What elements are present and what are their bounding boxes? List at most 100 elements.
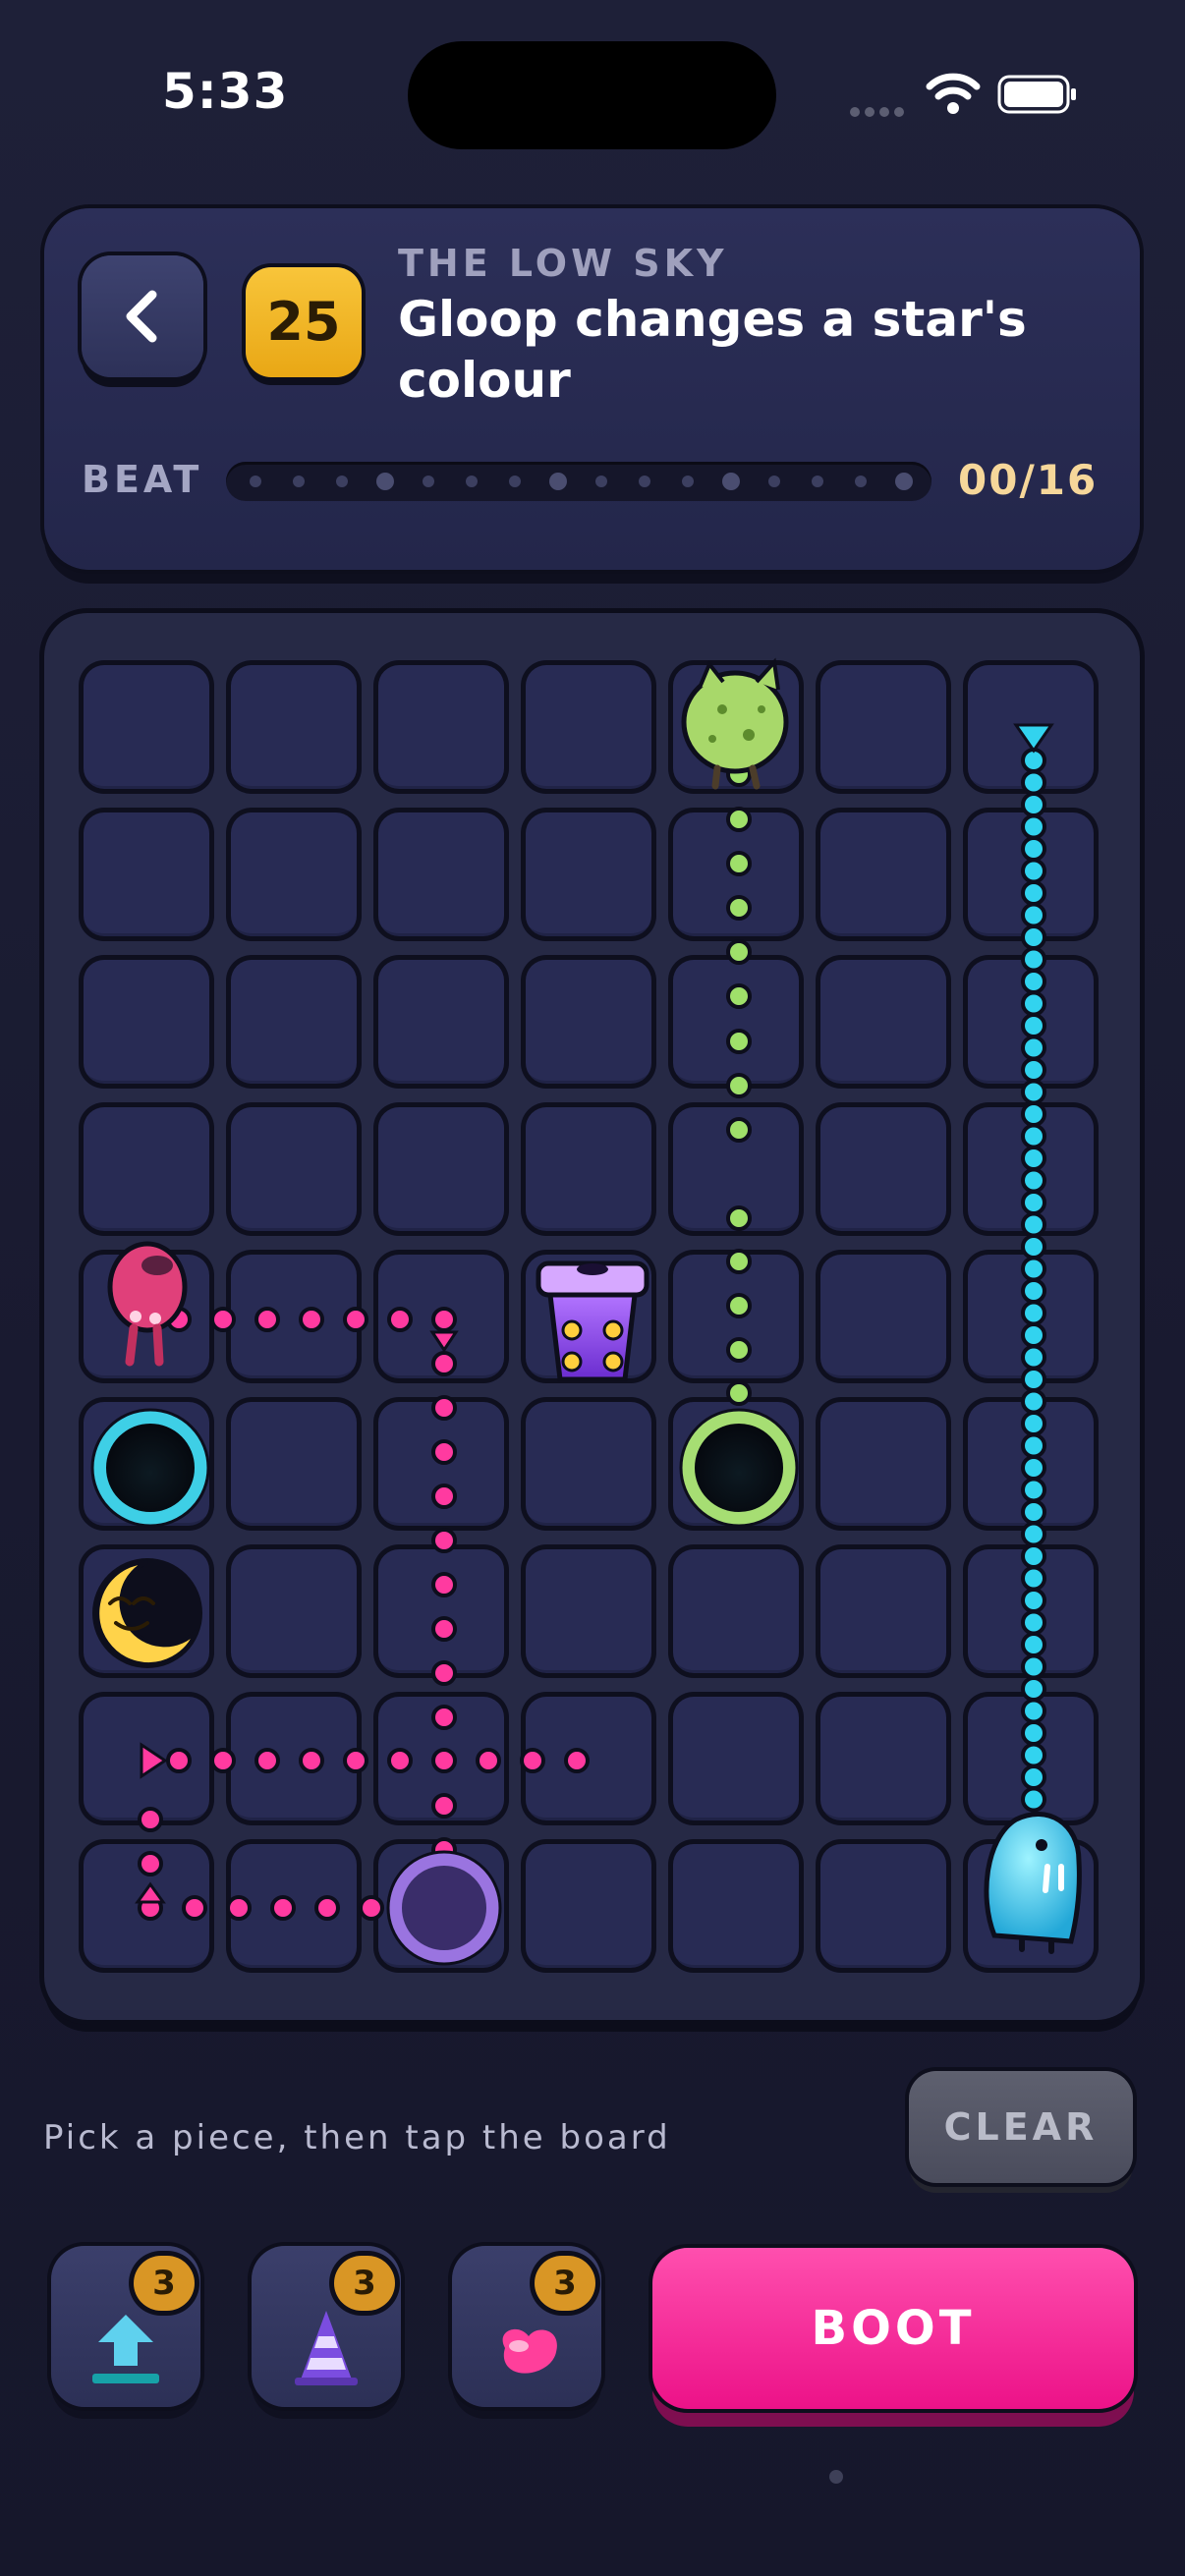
tray-piece-up-arrow[interactable]: 3 xyxy=(51,2246,200,2407)
board-tile[interactable] xyxy=(373,1692,509,1825)
board-tile[interactable] xyxy=(79,1397,214,1531)
board-tile[interactable] xyxy=(373,955,509,1089)
board-tile[interactable] xyxy=(816,1397,951,1531)
beat-dot xyxy=(509,476,521,487)
board-tile[interactable] xyxy=(226,660,362,794)
board-tile[interactable] xyxy=(668,1544,804,1678)
board-tile[interactable] xyxy=(226,1102,362,1236)
board-tile[interactable] xyxy=(963,1692,1099,1825)
tray-piece-heart-blob[interactable]: 3 xyxy=(452,2246,601,2407)
board-tile[interactable] xyxy=(226,1544,362,1678)
beat-progress-count: 00/16 xyxy=(958,456,1099,504)
board-tile[interactable] xyxy=(816,1250,951,1383)
board-tile[interactable] xyxy=(963,660,1099,794)
board-tile[interactable] xyxy=(816,660,951,794)
clear-button[interactable]: CLEAR xyxy=(909,2071,1133,2183)
board-tile[interactable] xyxy=(226,1397,362,1531)
board-tile[interactable] xyxy=(668,1692,804,1825)
board-tile[interactable] xyxy=(79,955,214,1089)
board-tile[interactable] xyxy=(668,660,804,794)
board-tile[interactable] xyxy=(521,955,656,1089)
board-tile[interactable] xyxy=(668,1397,804,1531)
board-tile[interactable] xyxy=(668,1839,804,1973)
board-tile[interactable] xyxy=(521,1692,656,1825)
board-tile[interactable] xyxy=(373,1102,509,1236)
wifi-icon xyxy=(926,73,981,114)
board-tile[interactable] xyxy=(963,1250,1099,1383)
board-tile[interactable] xyxy=(963,1102,1099,1236)
page-indicator-dot xyxy=(829,2470,843,2484)
board-tile[interactable] xyxy=(521,660,656,794)
board-tile[interactable] xyxy=(79,1544,214,1678)
board-tile[interactable] xyxy=(668,808,804,941)
beat-dot xyxy=(336,476,348,487)
cone-icon xyxy=(295,2311,358,2385)
board-tile[interactable] xyxy=(816,1544,951,1678)
board-tile[interactable] xyxy=(963,955,1099,1089)
board-tile[interactable] xyxy=(521,1839,656,1973)
board-tile[interactable] xyxy=(816,1692,951,1825)
beat-dot xyxy=(812,476,823,487)
board-tile[interactable] xyxy=(79,808,214,941)
board-tile[interactable] xyxy=(521,1544,656,1678)
board-tile[interactable] xyxy=(79,1250,214,1383)
beat-dot xyxy=(423,476,434,487)
heart-blob-icon xyxy=(502,2328,557,2374)
board-tile[interactable] xyxy=(79,660,214,794)
board-tile[interactable] xyxy=(521,1250,656,1383)
back-button[interactable] xyxy=(82,255,203,377)
board-tile[interactable] xyxy=(373,1250,509,1383)
board-tile[interactable] xyxy=(963,1544,1099,1678)
board-tile[interactable] xyxy=(668,1250,804,1383)
board-tile[interactable] xyxy=(79,1839,214,1973)
board-tile[interactable] xyxy=(373,1397,509,1531)
board-tile[interactable] xyxy=(373,660,509,794)
up-arrow-icon xyxy=(92,2315,159,2383)
board-tile[interactable] xyxy=(226,808,362,941)
hint-text: Pick a piece, then tap the board xyxy=(43,2118,671,2157)
beat-dot xyxy=(855,476,867,487)
board-tile[interactable] xyxy=(79,1692,214,1825)
board-tile[interactable] xyxy=(816,808,951,941)
board-tile[interactable] xyxy=(521,808,656,941)
tray-piece-count: 3 xyxy=(535,2256,595,2311)
board-tile[interactable] xyxy=(521,1397,656,1531)
world-name: THE LOW SKY xyxy=(398,242,728,285)
chevron-left-icon xyxy=(126,290,157,343)
beat-dot xyxy=(549,473,567,490)
beat-dot xyxy=(595,476,607,487)
dynamic-island xyxy=(408,41,776,149)
board-tile[interactable] xyxy=(668,955,804,1089)
beat-progress-track xyxy=(226,462,931,501)
tray-piece-count: 3 xyxy=(334,2256,395,2311)
board-tile[interactable] xyxy=(668,1102,804,1236)
beat-dot xyxy=(682,476,694,487)
beat-dot xyxy=(466,476,478,487)
board-tile[interactable] xyxy=(816,1102,951,1236)
tray-piece-cone[interactable]: 3 xyxy=(252,2246,401,2407)
level-number-badge: 25 xyxy=(246,267,362,377)
board-tile[interactable] xyxy=(963,1397,1099,1531)
board-tile[interactable] xyxy=(226,1839,362,1973)
level-title: Gloop changes a star's colour xyxy=(398,291,1027,409)
board-tile[interactable] xyxy=(373,808,509,941)
board-tile[interactable] xyxy=(963,808,1099,941)
board-tile[interactable] xyxy=(373,1839,509,1973)
board-tile[interactable] xyxy=(521,1102,656,1236)
game-board[interactable] xyxy=(44,613,1140,2020)
board-tile[interactable] xyxy=(373,1544,509,1678)
board-tile[interactable] xyxy=(816,1839,951,1973)
board-tile[interactable] xyxy=(79,1102,214,1236)
beat-label: BEAT xyxy=(82,458,203,501)
beat-dot xyxy=(250,476,261,487)
beat-dot xyxy=(895,473,913,490)
beat-dot xyxy=(293,476,305,487)
board-tile[interactable] xyxy=(226,1250,362,1383)
beat-dot xyxy=(639,476,650,487)
board-tile[interactable] xyxy=(226,1692,362,1825)
cellular-signal-icon xyxy=(850,102,909,117)
board-tile[interactable] xyxy=(226,955,362,1089)
board-tile[interactable] xyxy=(963,1839,1099,1973)
boot-button[interactable]: BOOT xyxy=(652,2248,1134,2409)
board-tile[interactable] xyxy=(816,955,951,1089)
